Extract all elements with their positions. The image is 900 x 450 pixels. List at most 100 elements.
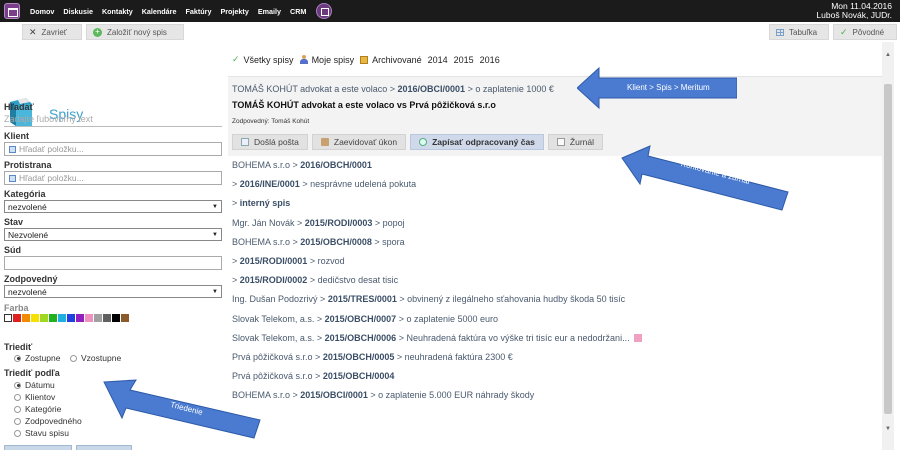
case-row[interactable]: BOHEMA s.r.o > 2016/OBCH/0001: [232, 160, 372, 170]
nav-emaily[interactable]: Emaily: [258, 7, 281, 16]
sort-by-category-option[interactable]: Kategórie: [14, 404, 61, 414]
state-select[interactable]: Nezvolené ▼: [4, 228, 222, 241]
color-swatch[interactable]: [112, 314, 120, 322]
close-button[interactable]: ✕ Zavrieť: [22, 24, 82, 40]
color-swatch[interactable]: [94, 314, 102, 322]
case-number[interactable]: 2015/OBCH/0004: [323, 371, 395, 381]
case-client[interactable]: Prvá pôžičková s.r.o: [232, 352, 313, 362]
filter-year-2015[interactable]: 2015: [454, 55, 474, 65]
case-separator: >: [312, 352, 323, 362]
case-row[interactable]: > 2016/INE/0001 > nesprávne udelená poku…: [232, 179, 416, 189]
breadcrumb-client[interactable]: TOMÁŠ KOHÚT advokat a este volaco: [232, 84, 387, 94]
color-swatch[interactable]: [121, 314, 129, 322]
case-number[interactable]: 2015/OBCH/0005: [323, 352, 395, 362]
vertical-scrollbar[interactable]: ▲ ▼: [882, 42, 894, 450]
archive-box-icon: [360, 55, 369, 64]
search-input[interactable]: Zadajte ľubovoľný text: [4, 114, 93, 124]
case-number[interactable]: 2016/OBCH/0001: [300, 160, 372, 170]
case-row[interactable]: Slovak Telekom, a.s. > 2015/OBCH/0007 > …: [232, 314, 498, 324]
filter-year-2016[interactable]: 2016: [480, 55, 500, 65]
category-value: nezvolené: [8, 201, 47, 212]
table-view-button[interactable]: Tabuľka: [769, 24, 829, 40]
color-swatch[interactable]: [40, 314, 48, 322]
sort-desc-option[interactable]: Zostupne: [14, 353, 60, 363]
journal-button[interactable]: Žurnál: [547, 134, 603, 150]
case-number[interactable]: 2015/RODI/0001: [240, 256, 308, 266]
case-row[interactable]: > 2015/RODI/0001 > rozvod: [232, 256, 345, 266]
breadcrumb-case[interactable]: 2016/OBCI/0001: [398, 84, 466, 94]
court-field[interactable]: [4, 256, 222, 270]
category-select[interactable]: nezvolené ▼: [4, 200, 222, 213]
case-client[interactable]: BOHEMA s.r.o: [232, 160, 290, 170]
case-separator: >: [307, 275, 318, 286]
color-swatch[interactable]: [67, 314, 75, 322]
case-client[interactable]: Ing. Dušan Podozrivý: [232, 294, 318, 304]
color-swatch[interactable]: [76, 314, 84, 322]
color-swatch[interactable]: [58, 314, 66, 322]
scroll-up-icon[interactable]: ▲: [885, 52, 891, 58]
case-number[interactable]: interný spis: [240, 198, 291, 208]
case-client[interactable]: Slovak Telekom, a.s.: [232, 314, 314, 324]
scroll-down-icon[interactable]: ▼: [885, 426, 891, 432]
case-client[interactable]: Mgr. Ján Novák: [232, 218, 295, 228]
sidebar-action-button[interactable]: [4, 445, 72, 450]
case-row[interactable]: Slovak Telekom, a.s. > 2015/OBCH/0006 > …: [232, 333, 642, 343]
nav-crm[interactable]: CRM: [290, 7, 306, 16]
scrollbar-thumb[interactable]: [884, 84, 892, 414]
case-number[interactable]: 2015/RODI/0003: [305, 218, 373, 228]
client-field[interactable]: Hľadať položku...: [4, 142, 222, 156]
original-view-button[interactable]: ✓ Pôvodné: [833, 24, 897, 40]
case-row[interactable]: > interný spis: [232, 198, 290, 208]
sort-asc-option[interactable]: Vzostupne: [70, 353, 121, 363]
filter-archived[interactable]: Archivované: [360, 55, 422, 65]
filter-year-2014[interactable]: 2014: [428, 55, 448, 65]
case-number[interactable]: 2015/OBCH/0007: [325, 314, 397, 324]
nav-kalendare[interactable]: Kalendáre: [142, 7, 177, 16]
color-swatch[interactable]: [4, 314, 12, 322]
color-swatch[interactable]: [22, 314, 30, 322]
nav-projekty[interactable]: Projekty: [220, 7, 248, 16]
sidebar-action-button[interactable]: [76, 445, 132, 450]
case-row[interactable]: BOHEMA s.r.o > 2015/OBCI/0001 > o zaplat…: [232, 390, 534, 400]
sort-by-state-option[interactable]: Stavu spisu: [14, 428, 69, 438]
case-number[interactable]: 2015/OBCH/0006: [325, 333, 397, 343]
color-swatch[interactable]: [49, 314, 57, 322]
incoming-mail-button[interactable]: Došlá pošta: [232, 134, 308, 150]
responsible-select[interactable]: nezvolené ▼: [4, 285, 222, 298]
log-time-button[interactable]: Zapísať odpracovaný čas: [410, 134, 544, 150]
case-separator: >: [314, 313, 325, 324]
opponent-field[interactable]: Hľadať položku...: [4, 171, 222, 185]
case-number[interactable]: 2016/INE/0001: [240, 179, 300, 189]
case-number[interactable]: 2015/OBCH/0008: [300, 237, 372, 247]
color-swatch[interactable]: [13, 314, 21, 322]
color-swatch[interactable]: [31, 314, 39, 322]
new-case-button[interactable]: + Založiť nový spis: [86, 24, 184, 40]
case-row[interactable]: Ing. Dušan Podozrivý > 2015/TRES/0001 > …: [232, 294, 625, 304]
office-logo-icon[interactable]: [316, 3, 332, 19]
case-row[interactable]: > 2015/RODI/0002 > dedičstvo desat tisic: [232, 275, 398, 285]
case-row[interactable]: Mgr. Ján Novák > 2015/RODI/0003 > popoj: [232, 218, 405, 228]
radio-icon: [14, 393, 21, 401]
case-number[interactable]: 2015/RODI/0002: [240, 275, 308, 285]
case-number[interactable]: 2015/OBCI/0001: [300, 390, 368, 400]
sort-by-client-option[interactable]: Klientov: [14, 392, 55, 402]
case-row[interactable]: BOHEMA s.r.o > 2015/OBCH/0008 > spora: [232, 237, 405, 247]
nav-kontakty[interactable]: Kontakty: [102, 7, 133, 16]
case-row[interactable]: Prvá pôžičková s.r.o > 2015/OBCH/0005 > …: [232, 352, 513, 362]
filter-all[interactable]: ✓ Všetky spisy: [232, 54, 294, 65]
case-number[interactable]: 2015/TRES/0001: [328, 294, 397, 304]
color-swatch[interactable]: [103, 314, 111, 322]
nav-faktury[interactable]: Faktúry: [185, 7, 211, 16]
app-logo-icon[interactable]: [4, 3, 20, 19]
record-action-button[interactable]: Zaevidovať úkon: [311, 134, 407, 150]
sort-by-date-option[interactable]: Dátumu: [14, 380, 55, 390]
sort-by-responsible-option[interactable]: Zodpovedného: [14, 416, 82, 426]
filter-mine[interactable]: Moje spisy: [299, 55, 354, 65]
case-client[interactable]: BOHEMA s.r.o: [232, 237, 290, 247]
nav-diskusie[interactable]: Diskusie: [63, 7, 93, 16]
nav-domov[interactable]: Domov: [30, 7, 54, 16]
color-swatch[interactable]: [85, 314, 93, 322]
current-user[interactable]: Luboš Novák, JUDr.: [816, 11, 892, 20]
case-client[interactable]: Slovak Telekom, a.s.: [232, 333, 314, 343]
radio-icon: [14, 405, 21, 413]
